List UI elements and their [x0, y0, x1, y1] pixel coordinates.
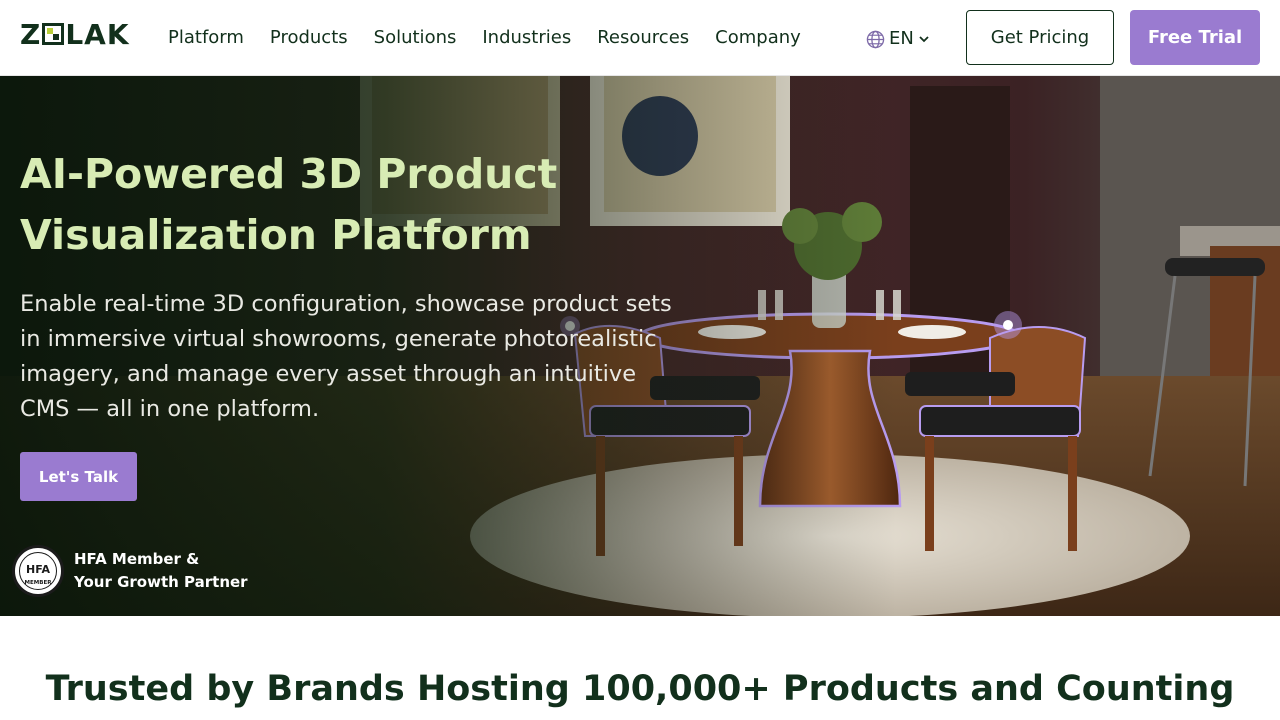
hfa-member-badge: HFA MEMBER HFA Member & Your Growth Part…	[12, 545, 248, 597]
lets-talk-button[interactable]: Let's Talk	[20, 452, 137, 501]
logo-letters-lak: LAK	[65, 17, 130, 51]
logo-letter-z: Z	[20, 17, 42, 51]
zolak-logo[interactable]: Z LAK	[20, 17, 130, 51]
hfa-seal-icon: HFA MEMBER	[12, 545, 64, 597]
nav-platform[interactable]: Platform	[168, 24, 244, 52]
hero-subtitle: Enable real-time 3D configuration, showc…	[20, 291, 672, 422]
site-header: Z LAK Platform Products Solutions Indust…	[0, 0, 1280, 76]
get-pricing-button[interactable]: Get Pricing	[966, 10, 1114, 65]
nav-solutions[interactable]: Solutions	[374, 24, 457, 52]
nav-industries[interactable]: Industries	[482, 24, 571, 52]
hfa-seal-text: HFA MEMBER	[25, 563, 53, 586]
trusted-heading: Trusted by Brands Hosting 100,000+ Produ…	[45, 669, 1235, 709]
free-trial-button[interactable]: Free Trial	[1130, 10, 1260, 65]
svg-text:MEMBER: MEMBER	[25, 580, 53, 586]
nav-company[interactable]: Company	[715, 24, 801, 52]
hero-title: AI-Powered 3D Product Visualization Plat…	[20, 150, 558, 259]
nav-products[interactable]: Products	[270, 24, 348, 52]
badge-line-1: HFA Member &	[74, 550, 200, 568]
logo-o-mark	[42, 23, 65, 45]
hfa-seal-inner: HFA MEMBER	[19, 552, 57, 590]
svg-text:HFA: HFA	[26, 563, 50, 576]
globe-icon	[866, 30, 885, 48]
language-label: EN	[889, 28, 914, 49]
hero-section: AI-Powered 3D Product Visualization Plat…	[0, 76, 1280, 616]
nav-resources[interactable]: Resources	[597, 24, 689, 52]
chevron-down-icon	[919, 36, 929, 43]
badge-line-2: Your Growth Partner	[74, 573, 248, 591]
main-nav: Platform Products Solutions Industries R…	[168, 24, 827, 52]
language-selector[interactable]: EN	[866, 26, 930, 52]
badge-text: HFA Member & Your Growth Partner	[74, 548, 248, 594]
